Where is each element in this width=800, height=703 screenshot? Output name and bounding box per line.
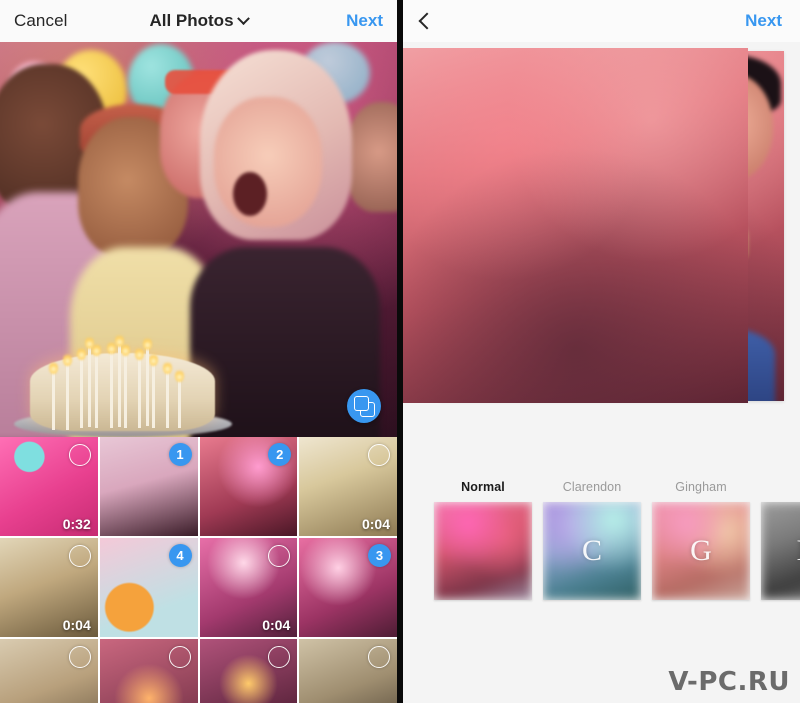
candle-flame [63, 352, 72, 366]
person-shape [214, 97, 322, 227]
grid-cell[interactable]: 3 [299, 538, 397, 637]
filter-name: M [761, 480, 800, 494]
filter-strip[interactable]: Normal Clarendon C Gingham G MM [403, 480, 800, 600]
candle-flame [49, 360, 58, 374]
candle-flame [77, 346, 86, 360]
candle [95, 354, 98, 428]
candle-flame [135, 346, 144, 360]
candle [152, 364, 155, 428]
grid-cell[interactable]: 1 [99, 437, 198, 536]
selection-circle[interactable] [368, 444, 390, 466]
video-duration: 0:32 [62, 516, 91, 532]
chevron-down-icon [236, 11, 250, 25]
filter-letter-overlay: M [761, 502, 800, 600]
selection-circle[interactable] [68, 646, 91, 668]
photo-preview[interactable] [0, 42, 397, 437]
video-duration: 0:04 [361, 516, 390, 532]
candle-flame [163, 360, 172, 374]
candle [88, 347, 91, 427]
grid-cell[interactable]: 2 [199, 437, 298, 536]
video-duration: 0:04 [262, 617, 291, 633]
filter-item[interactable]: Gingham G [652, 480, 750, 600]
grid-cell[interactable]: 0:04 [299, 437, 397, 536]
right-panel-filter-editor: Next Normal Clarendon C Gingham G V-PC.R… [403, 0, 800, 703]
candle-flame [143, 336, 152, 350]
selection-circle[interactable] [168, 646, 191, 668]
filter-preview-image [434, 502, 532, 600]
candle [80, 358, 83, 428]
photo-grid: 0:32 1 2 0:04 0:04 4 0:04 3 [0, 437, 397, 703]
left-panel-photo-picker: Cancel All Photos Next 0:32 1 2 0:04 0:0… [0, 0, 397, 703]
grid-cell[interactable] [99, 639, 198, 703]
filter-item[interactable]: MM [761, 480, 800, 600]
left-navbar: Cancel All Photos Next [0, 0, 397, 42]
candle [118, 345, 121, 427]
filter-thumbnail[interactable] [434, 502, 532, 600]
carousel-slide-next[interactable] [403, 48, 800, 403]
person-shape [345, 102, 397, 212]
selection-circle[interactable] [368, 646, 390, 668]
filter-item[interactable]: Normal [434, 480, 532, 600]
grid-cell[interactable] [299, 639, 397, 703]
grid-cell[interactable] [199, 639, 298, 703]
candle [146, 348, 149, 426]
candle [138, 358, 141, 428]
candle-flame [149, 352, 158, 366]
candle-flame [115, 333, 124, 347]
grid-cell[interactable] [0, 639, 98, 703]
filter-name: Normal [461, 480, 505, 494]
filter-letter-overlay: G [690, 534, 712, 567]
next-button[interactable]: Next [346, 11, 383, 31]
selection-badge[interactable]: 4 [168, 544, 192, 567]
filter-letter-overlay: C [581, 534, 602, 567]
selection-circle[interactable] [68, 545, 91, 567]
filter-name: Clarendon [562, 480, 622, 494]
filter-thumbnail[interactable]: G [652, 502, 750, 600]
dual-panel-screenshot: Cancel All Photos Next 0:32 1 2 0:04 0:0… [0, 0, 800, 703]
cancel-button[interactable]: Cancel [14, 11, 68, 31]
candle-flame [85, 335, 94, 349]
filter-item[interactable]: Clarendon C [543, 480, 641, 600]
filter-name: Gingham [675, 480, 727, 494]
candle [66, 364, 69, 430]
selection-badge[interactable]: 3 [368, 544, 391, 567]
next-button-right[interactable]: Next [745, 11, 782, 31]
person-shape [233, 172, 267, 216]
grid-cell[interactable]: 0:32 [0, 437, 98, 536]
grid-cell[interactable]: 0:04 [0, 538, 98, 637]
multi-select-button[interactable] [347, 389, 381, 423]
album-title: All Photos [149, 11, 234, 30]
watermark: V-PC.RU [668, 667, 790, 697]
candle [110, 352, 113, 428]
video-duration: 0:04 [62, 617, 91, 633]
selection-circle[interactable] [68, 444, 91, 466]
photo-carousel[interactable] [403, 48, 800, 403]
stacked-squares-icon [353, 395, 369, 411]
filter-thumbnail[interactable]: C [543, 502, 641, 600]
candle-flame [175, 368, 184, 382]
chevron-left-icon[interactable] [418, 12, 436, 30]
candle [166, 372, 169, 428]
candle [178, 380, 181, 428]
grid-cell[interactable]: 4 [99, 538, 198, 637]
filter-thumbnail[interactable]: M [761, 502, 800, 600]
right-navbar: Next [403, 0, 800, 42]
selection-badge[interactable]: 1 [168, 443, 192, 466]
candle [124, 354, 127, 428]
candle [52, 372, 55, 430]
grid-cell[interactable]: 0:04 [199, 538, 298, 637]
